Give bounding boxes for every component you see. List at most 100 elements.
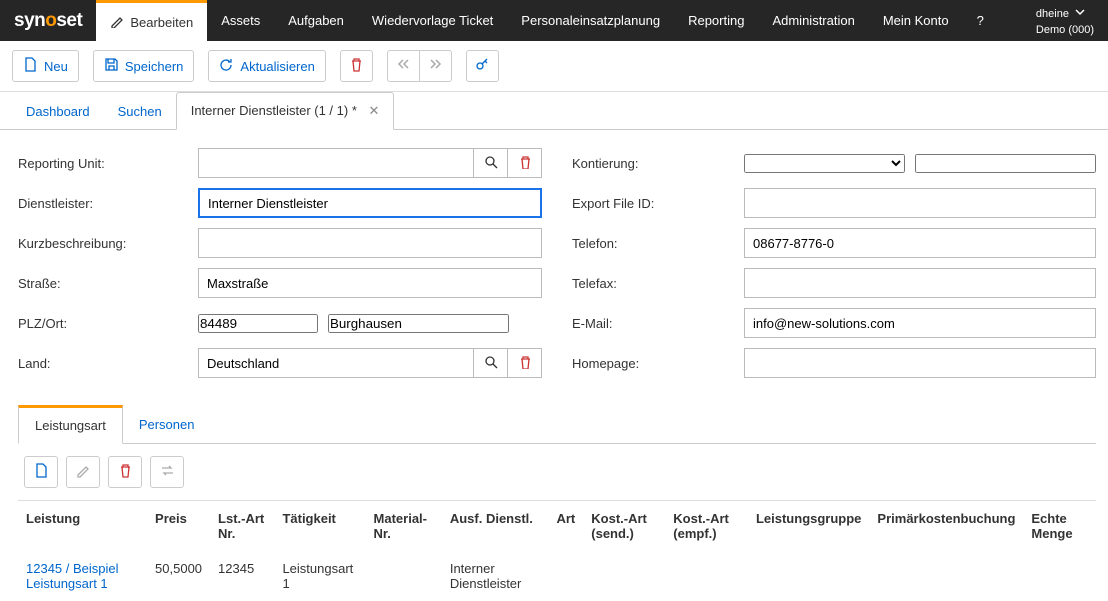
- col-materialnr[interactable]: Material-Nr.: [366, 501, 442, 552]
- export-file-id-input[interactable]: [744, 188, 1096, 218]
- subtab-leistungsart[interactable]: Leistungsart: [18, 405, 123, 444]
- tab-suchen[interactable]: Suchen: [104, 94, 176, 129]
- cell-primaer: [869, 551, 1023, 601]
- reporting-unit-input[interactable]: [198, 148, 474, 178]
- label-homepage: Homepage:: [572, 356, 744, 371]
- nav-bearbeiten[interactable]: Bearbeiten: [96, 0, 207, 41]
- double-right-icon: [428, 57, 443, 75]
- tab-label: Interner Dienstleister (1 / 1) *: [191, 103, 357, 118]
- toolbar: Neu Speichern Aktualisieren: [0, 41, 1108, 92]
- trash-icon: [118, 463, 133, 481]
- subtab-personen[interactable]: Personen: [123, 404, 211, 443]
- nav-label: Wiedervorlage Ticket: [372, 13, 493, 28]
- close-icon[interactable]: ✕: [369, 103, 380, 118]
- col-ausf[interactable]: Ausf. Dienstl.: [442, 501, 549, 552]
- reporting-unit-clear-button[interactable]: [508, 148, 542, 178]
- label-telefax: Telefax:: [572, 276, 744, 291]
- nav-aufgaben[interactable]: Aufgaben: [274, 0, 358, 41]
- nav-personaleinsatz[interactable]: Personaleinsatzplanung: [507, 0, 674, 41]
- tab-label: Dashboard: [26, 104, 90, 119]
- land-search-button[interactable]: [474, 348, 508, 378]
- kontierung-select[interactable]: [744, 154, 905, 173]
- cell-kost-empf: [665, 551, 748, 601]
- sub-swap-button[interactable]: [150, 456, 184, 488]
- delete-button[interactable]: [340, 50, 373, 82]
- key-button[interactable]: [466, 50, 499, 82]
- homepage-input[interactable]: [744, 348, 1096, 378]
- brand-part: syn: [14, 10, 45, 32]
- file-icon: [34, 463, 49, 481]
- nav-assets[interactable]: Assets: [207, 0, 274, 41]
- cell-leistung[interactable]: 12345 / Beispiel Leistungsart 1: [18, 551, 147, 601]
- label-telefon: Telefon:: [572, 236, 744, 251]
- form-area: Reporting Unit: Dienstleister: Kurzbesch…: [0, 130, 1108, 398]
- file-icon: [23, 57, 38, 75]
- dienstleister-input[interactable]: [198, 188, 542, 218]
- button-label: Neu: [44, 59, 68, 74]
- col-taetigkeit[interactable]: Tätigkeit: [274, 501, 365, 552]
- cell-kost-send: [583, 551, 665, 601]
- plz-input[interactable]: [198, 314, 318, 333]
- col-kost-send[interactable]: Kost.-Art (send.): [583, 501, 665, 552]
- refresh-button[interactable]: Aktualisieren: [208, 50, 325, 82]
- label-kontierung: Kontierung:: [572, 156, 744, 171]
- kontierung-input[interactable]: [915, 154, 1096, 173]
- col-gruppe[interactable]: Leistungsgruppe: [748, 501, 869, 552]
- col-kost-empf[interactable]: Kost.-Art (empf.): [665, 501, 748, 552]
- brand-part: set: [56, 10, 82, 32]
- col-lstnr[interactable]: Lst.-Art Nr.: [210, 501, 274, 552]
- nav-label: Reporting: [688, 13, 744, 28]
- tab-interner-dienstleister[interactable]: Interner Dienstleister (1 / 1) * ✕: [176, 92, 395, 130]
- nav-administration[interactable]: Administration: [758, 0, 868, 41]
- nav-reporting[interactable]: Reporting: [674, 0, 758, 41]
- strasse-input[interactable]: [198, 268, 542, 298]
- label-export-file-id: Export File ID:: [572, 196, 744, 211]
- nav-help[interactable]: ?: [963, 0, 998, 41]
- brand-logo: synoset: [0, 0, 96, 41]
- nav-label: Administration: [772, 13, 854, 28]
- label-plzort: PLZ/Ort:: [18, 316, 198, 331]
- tab-dashboard[interactable]: Dashboard: [12, 94, 104, 129]
- new-button[interactable]: Neu: [12, 50, 79, 82]
- nav-wiedervorlage[interactable]: Wiedervorlage Ticket: [358, 0, 507, 41]
- col-leistung[interactable]: Leistung: [18, 501, 147, 552]
- col-primaer[interactable]: Primärkostenbuchung: [869, 501, 1023, 552]
- label-strasse: Straße:: [18, 276, 198, 291]
- col-echte[interactable]: Echte Menge: [1023, 501, 1096, 552]
- button-label: Aktualisieren: [240, 59, 314, 74]
- land-input[interactable]: [198, 348, 474, 378]
- nav-label: Aufgaben: [288, 13, 344, 28]
- ort-input[interactable]: [328, 314, 509, 333]
- nav-mein-konto[interactable]: Mein Konto: [869, 0, 963, 41]
- subtab-strip: Leistungsart Personen: [18, 404, 1096, 444]
- nav-last-button[interactable]: [419, 50, 452, 82]
- subtab-label: Leistungsart: [35, 418, 106, 433]
- nav-first-button[interactable]: [387, 50, 420, 82]
- label-land: Land:: [18, 356, 198, 371]
- cell-taetigkeit: Leistungsart 1: [274, 551, 365, 601]
- sub-delete-button[interactable]: [108, 456, 142, 488]
- telefon-input[interactable]: [744, 228, 1096, 258]
- sub-edit-button[interactable]: [66, 456, 100, 488]
- save-button[interactable]: Speichern: [93, 50, 195, 82]
- reporting-unit-search-button[interactable]: [474, 148, 508, 178]
- kurzbeschreibung-input[interactable]: [198, 228, 542, 258]
- cell-lstnr: 12345: [210, 551, 274, 601]
- sub-new-button[interactable]: [24, 456, 58, 488]
- col-art[interactable]: Art: [548, 501, 583, 552]
- nav-label: Mein Konto: [883, 13, 949, 28]
- email-input[interactable]: [744, 308, 1096, 338]
- search-icon: [484, 155, 498, 172]
- swap-icon: [160, 463, 175, 481]
- nav-label: Assets: [221, 13, 260, 28]
- save-icon: [104, 57, 119, 75]
- land-clear-button[interactable]: [508, 348, 542, 378]
- cell-materialnr: [366, 551, 442, 601]
- col-preis[interactable]: Preis: [147, 501, 210, 552]
- table-row[interactable]: 12345 / Beispiel Leistungsart 1 50,5000 …: [18, 551, 1096, 601]
- subtab-label: Personen: [139, 417, 195, 432]
- telefax-input[interactable]: [744, 268, 1096, 298]
- label-reporting-unit: Reporting Unit:: [18, 156, 198, 171]
- label-email: E-Mail:: [572, 316, 744, 331]
- nav-user-menu[interactable]: dheine Demo (000): [1026, 0, 1108, 41]
